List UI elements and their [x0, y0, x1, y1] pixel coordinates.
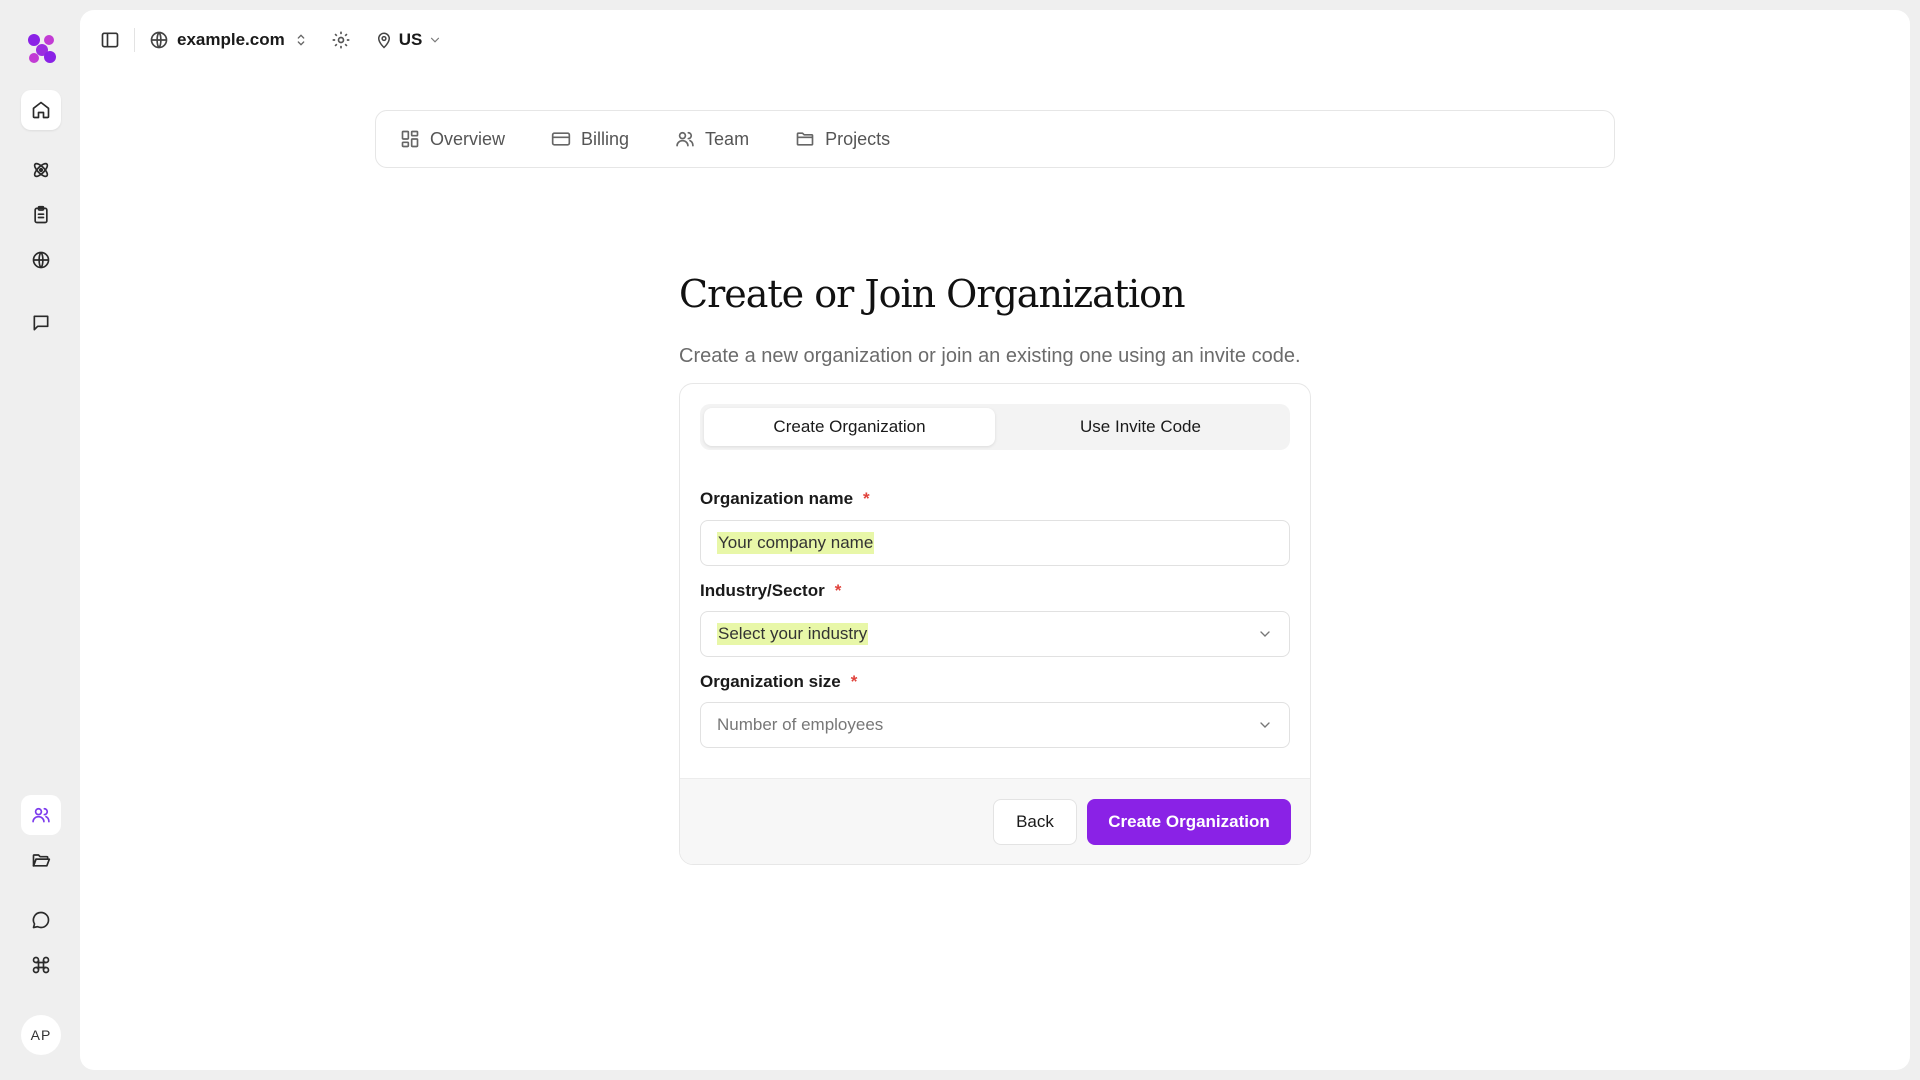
card-footer: Back Create Organization [680, 778, 1310, 864]
tab-projects[interactable]: Projects [795, 129, 890, 150]
main-panel: example.com US Overview Billing Team Pro… [80, 10, 1910, 1070]
sidebar-command-button[interactable] [21, 945, 61, 985]
org-size-select[interactable]: Number of employees [700, 702, 1290, 748]
message-square-icon [33, 315, 49, 331]
page-title: Create or Join Organization [679, 272, 1186, 316]
tab-overview[interactable]: Overview [400, 129, 505, 150]
sidebar-chat-button[interactable] [21, 900, 61, 940]
chevron-down-icon [1260, 722, 1270, 728]
industry-label: Industry/Sector * [700, 581, 841, 601]
section-tabs: Overview Billing Team Projects [375, 110, 1615, 168]
chat-bubble-icon [32, 911, 50, 929]
sidebar-globe-button[interactable] [21, 240, 61, 280]
sidebar: AP [0, 0, 80, 1080]
clipboard-icon [34, 205, 48, 224]
domain-selector[interactable]: example.com [149, 30, 309, 50]
org-size-label-text: Organization size [700, 672, 841, 691]
org-name-label-text: Organization name [700, 489, 854, 508]
command-icon [32, 956, 50, 974]
sidebar-projects-button[interactable] [21, 840, 61, 880]
users-icon [676, 131, 694, 147]
industry-label-text: Industry/Sector [700, 581, 825, 600]
chevron-up-down-icon [297, 34, 305, 46]
globe-icon [32, 251, 50, 269]
top-bar: example.com US [80, 10, 1910, 70]
chevron-down-icon [431, 37, 440, 43]
region-selector[interactable]: US [375, 30, 443, 50]
tab-billing[interactable]: Billing [551, 129, 629, 150]
create-organization-tab[interactable]: Create Organization [704, 408, 995, 446]
sidebar-team-button[interactable] [21, 795, 61, 835]
app-logo[interactable] [24, 30, 60, 66]
users-icon [32, 807, 50, 823]
home-icon [32, 101, 50, 119]
required-marker: * [863, 489, 870, 508]
org-name-placeholder: Your company name [717, 532, 875, 554]
org-size-label: Organization size * [700, 672, 857, 692]
tab-label: Team [705, 128, 750, 149]
divider [134, 28, 135, 52]
folder-open-icon [32, 854, 51, 867]
globe-icon [150, 31, 168, 49]
tab-label: Billing [581, 128, 630, 149]
sidebar-messages-button[interactable] [21, 303, 61, 343]
region-label: US [398, 30, 423, 49]
org-name-label: Organization name * [700, 489, 870, 509]
domain-label: example.com [177, 30, 285, 49]
user-avatar[interactable]: AP [21, 1015, 61, 1055]
dashboard-icon [401, 130, 419, 148]
sidebar-integrations-button[interactable] [21, 150, 61, 190]
tab-label: Overview [430, 128, 506, 149]
atom-icon [33, 162, 49, 178]
folder-icon [796, 132, 814, 146]
sidebar-home-button[interactable] [21, 90, 61, 130]
industry-placeholder: Select your industry [717, 623, 869, 645]
org-size-placeholder: Number of employees [717, 715, 884, 734]
settings-icon[interactable] [331, 30, 351, 50]
back-button[interactable]: Back [993, 799, 1077, 845]
required-marker: * [850, 672, 858, 691]
page-subtitle: Create a new organization or join an exi… [679, 345, 1301, 367]
chevron-down-icon [1260, 631, 1270, 637]
tab-label: Projects [825, 128, 891, 149]
required-marker: * [834, 581, 842, 600]
organization-form-card: Create Organization Use Invite Code Orga… [679, 383, 1311, 865]
industry-select[interactable]: Select your industry [700, 611, 1290, 657]
sidebar-toggle-icon[interactable] [100, 30, 120, 50]
mode-switcher: Create Organization Use Invite Code [700, 404, 1290, 450]
sidebar-tasks-button[interactable] [21, 195, 61, 235]
create-organization-button[interactable]: Create Organization [1087, 799, 1291, 845]
map-pin-icon [377, 32, 390, 49]
credit-card-icon [551, 132, 571, 146]
org-name-input[interactable]: Your company name [700, 520, 1290, 566]
use-invite-code-tab[interactable]: Use Invite Code [995, 408, 1286, 446]
tab-team[interactable]: Team [675, 129, 749, 150]
